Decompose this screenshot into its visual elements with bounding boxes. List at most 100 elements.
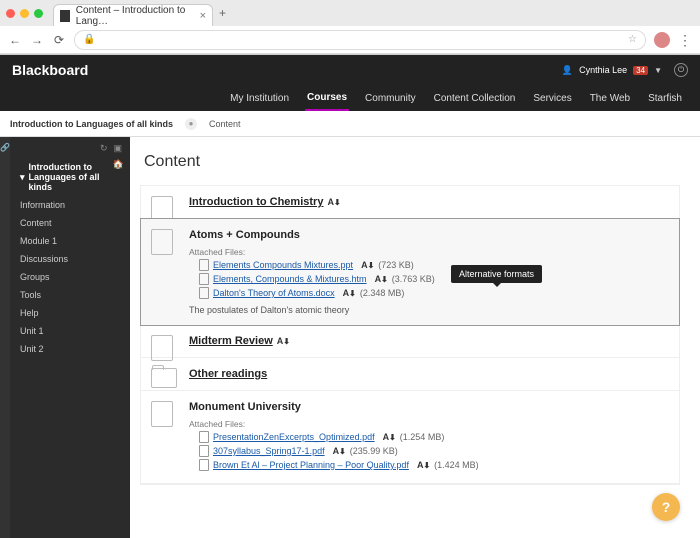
sidebar-item-information[interactable]: Information [10, 196, 130, 214]
attached-file-row: Elements Compounds Mixtures.ppt A⬇ (723 KB… [199, 259, 667, 271]
nav-courses[interactable]: Courses [305, 86, 349, 111]
primary-nav: My Institution Courses Community Content Co… [0, 85, 700, 111]
content-item-title[interactable]: Introduction to Chemistry [189, 196, 323, 208]
sidebar-item-label: Tools [20, 290, 41, 300]
file-icon [199, 431, 209, 443]
breadcrumb-course[interactable]: Introduction to Languages of all kinds [10, 119, 173, 129]
attached-file-row: Dalton's Theory of Atoms.docx A⬇ (2.348 MB… [199, 287, 667, 299]
content-item: Other readings [141, 358, 679, 391]
sidebar-item-discussions[interactable]: Discussions [10, 250, 130, 268]
content-item: Midterm Review A⬇ [141, 325, 679, 358]
back-button[interactable]: ← [8, 33, 22, 47]
sidebar-refresh-icon[interactable]: ↻ [100, 143, 108, 154]
logout-button[interactable]: ⏻ [674, 63, 688, 77]
sidebar-item-tools[interactable]: Tools [10, 286, 130, 304]
alt-format-icon[interactable]: A⬇ [343, 288, 356, 298]
brand-logo[interactable]: Blackboard [12, 62, 88, 78]
alt-format-icon[interactable]: A⬇ [277, 336, 290, 346]
file-size: (723 KB) [378, 260, 414, 270]
browser-chrome: Content – Introduction to Lang… × + ← → … [0, 0, 700, 55]
file-size: (2.348 MB) [360, 288, 405, 298]
nav-starfish[interactable]: Starfish [646, 87, 684, 110]
alt-format-icon[interactable]: A⬇ [375, 274, 388, 284]
alt-format-icon[interactable]: A⬇ [333, 446, 346, 456]
sidebar-item-label: Introduction to Languages of all kinds [29, 162, 120, 192]
file-link[interactable]: Dalton's Theory of Atoms.docx [213, 288, 335, 298]
browser-tab[interactable]: Content – Introduction to Lang… × [53, 4, 213, 26]
content-item: Introduction to Chemistry A⬇ [141, 186, 679, 219]
titlebar: Content – Introduction to Lang… × + [0, 0, 700, 26]
file-link[interactable]: PresentationZenExcerpts_Optimized.pdf [213, 432, 375, 442]
alt-format-icon[interactable]: A⬇ [417, 460, 430, 470]
bookmark-star-icon[interactable]: ☆ [628, 34, 637, 45]
nav-the-web[interactable]: The Web [588, 87, 632, 110]
file-link[interactable]: Brown Et Al – Project Planning – Poor Qu… [213, 460, 409, 470]
sidebar-item-label: Unit 2 [20, 344, 44, 354]
reload-button[interactable]: ⟳ [52, 33, 66, 47]
collapse-rail[interactable]: 🔗 [0, 137, 10, 538]
sidebar-item-groups[interactable]: Groups [10, 268, 130, 286]
attached-file-row: PresentationZenExcerpts_Optimized.pdfA⬇(… [199, 431, 667, 443]
browser-profile-avatar[interactable] [654, 32, 670, 48]
sidebar-home-icon[interactable]: 🏠 [113, 159, 124, 170]
app-body: 🔗 ↻ ▣ 🏠 ▾ Introduction to Languages of al… [0, 137, 700, 538]
user-avatar-icon: 👤 [562, 65, 573, 76]
content-list: Introduction to ChemistryA⬇Atoms + Compo… [140, 185, 680, 485]
new-tab-button[interactable]: + [219, 6, 226, 20]
maximize-window-icon[interactable] [34, 9, 43, 18]
tab-close-icon[interactable]: × [200, 10, 206, 22]
breadcrumb-section[interactable]: Content [209, 119, 241, 129]
link-icon: 🔗 [0, 143, 10, 152]
content-item-title: Monument University [189, 401, 301, 413]
content-item-description: The postulates of Dalton's atomic theory [189, 305, 667, 315]
minimize-window-icon[interactable] [20, 9, 29, 18]
file-link[interactable]: 307syllabus_Spring17-1.pdf [213, 446, 325, 456]
sidebar-tools: ↻ ▣ [10, 143, 130, 158]
browser-toolbar: ← → ⟳ 🔒 ☆ ⋮ [0, 26, 700, 54]
nav-community[interactable]: Community [363, 87, 418, 110]
sidebar-item-content[interactable]: Content [10, 214, 130, 232]
file-icon [199, 273, 209, 285]
sidebar-item-module-1[interactable]: Module 1 [10, 232, 130, 250]
help-fab[interactable]: ? [652, 493, 680, 521]
alt-format-icon[interactable]: A⬇ [383, 432, 396, 442]
content-item-title[interactable]: Other readings [189, 368, 267, 380]
close-window-icon[interactable] [6, 9, 15, 18]
file-size: (1.424 MB) [434, 460, 479, 470]
content-item-title[interactable]: Midterm Review [189, 335, 273, 347]
caret-icon: ▾ [20, 172, 25, 183]
alt-format-icon[interactable]: A⬇ [361, 260, 374, 270]
sidebar-item-label: Unit 1 [20, 326, 44, 336]
file-link[interactable]: Elements Compounds Mixtures.ppt [213, 260, 353, 270]
content-item: Monument UniversityAttached Files:Presen… [141, 391, 679, 484]
sidebar-item-unit-2[interactable]: Unit 2 [10, 340, 130, 358]
folder-icon [151, 368, 177, 388]
attached-file-row: Elements, Compounds & Mixtures.htmA⬇(3.7… [199, 273, 667, 285]
content-item-title: Atoms + Compounds [189, 229, 300, 241]
nav-services[interactable]: Services [531, 87, 573, 110]
attached-file-row: 307syllabus_Spring17-1.pdfA⬇(235.99 KB) [199, 445, 667, 457]
sidebar-item-label: Groups [20, 272, 50, 282]
alt-format-icon[interactable]: A⬇ [327, 197, 340, 207]
header-top: Blackboard 👤 Cynthia Lee 34 ▼ ⏻ [0, 55, 700, 85]
file-icon [199, 259, 209, 271]
sidebar-item-unit-1[interactable]: Unit 1 [10, 322, 130, 340]
user-menu[interactable]: 👤 Cynthia Lee 34 ▼ ⏻ [562, 63, 688, 77]
nav-my-institution[interactable]: My Institution [228, 87, 291, 110]
content-item: Atoms + Compounds Attached Files: Elements… [140, 218, 680, 326]
attached-files-label: Attached Files: [189, 247, 667, 257]
browser-menu-icon[interactable]: ⋮ [678, 33, 692, 47]
sidebar-item-help[interactable]: Help [10, 304, 130, 322]
file-icon [199, 287, 209, 299]
forward-button[interactable]: → [30, 33, 44, 47]
sidebar-item-label: Module 1 [20, 236, 57, 246]
sidebar-display-icon[interactable]: ▣ [113, 143, 122, 154]
file-link[interactable]: Elements, Compounds & Mixtures.htm [213, 274, 367, 284]
tooltip: Alternative formats [451, 265, 542, 283]
sidebar-item-label: Discussions [20, 254, 68, 264]
nav-content-collection[interactable]: Content Collection [432, 87, 518, 110]
breadcrumb-home-icon[interactable]: ● [185, 118, 197, 130]
main-content: Content Introduction to ChemistryA⬇Atoms… [130, 137, 700, 538]
course-sidebar: ↻ ▣ 🏠 ▾ Introduction to Languages of all … [10, 137, 130, 538]
address-bar[interactable]: 🔒 ☆ [74, 30, 646, 50]
